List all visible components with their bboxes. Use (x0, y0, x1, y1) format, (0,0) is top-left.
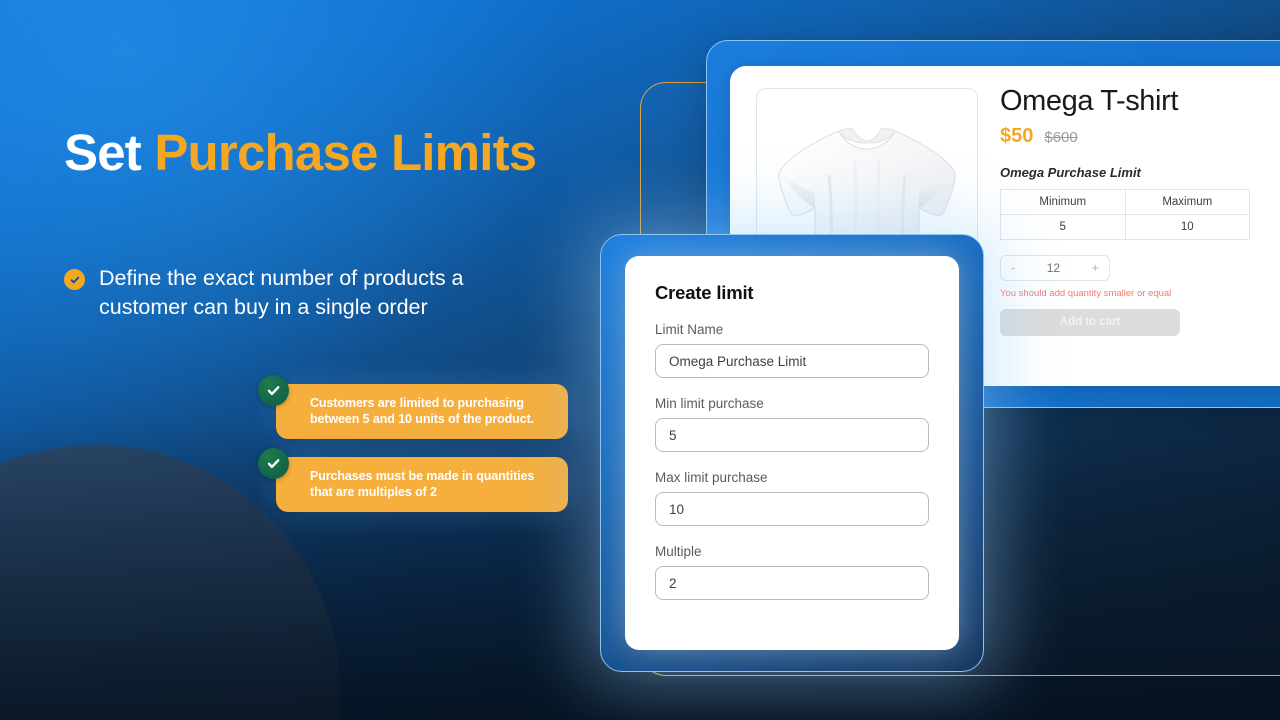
page-title-accent: Purchase Limits (154, 124, 537, 181)
field-max-limit: Max limit purchase 10 (655, 470, 929, 526)
create-limit-card: Create limit Limit Name Omega Purchase L… (625, 256, 959, 650)
callout-item: Customers are limited to purchasing betw… (258, 375, 568, 439)
table-header-maximum: Maximum (1124, 188, 1250, 215)
hero-bullet: Define the exact number of products a cu… (64, 264, 604, 322)
page-title: Set Purchase Limits (64, 124, 604, 181)
quantity-increment-button[interactable]: + (1091, 261, 1099, 274)
check-circle-icon (64, 269, 85, 291)
quantity-decrement-button[interactable]: - (1011, 261, 1015, 274)
table-header-minimum: Minimum (1000, 188, 1126, 215)
callout-item: Purchases must be made in quantities tha… (258, 448, 568, 512)
field-label: Min limit purchase (655, 396, 764, 411)
field-multiple: Multiple 2 (655, 544, 929, 600)
quantity-value[interactable]: 12 (1047, 261, 1060, 275)
quantity-stepper[interactable]: - 12 + (1000, 254, 1110, 281)
field-label: Limit Name (655, 322, 724, 337)
max-limit-input[interactable]: 10 (655, 492, 929, 526)
table-cell-maximum: 10 (1124, 213, 1250, 240)
check-circle-icon (258, 375, 289, 406)
hero-bullet-label: Define the exact number of products a cu… (99, 266, 464, 320)
quantity-error-message: You should add quantity smaller or equal (1000, 287, 1172, 299)
purchase-limit-label: Omega Purchase Limit (1000, 164, 1141, 180)
min-limit-input[interactable]: 5 (655, 418, 929, 452)
field-limit-name: Limit Name Omega Purchase Limit (655, 322, 929, 378)
price-row: $50 $600 (1000, 125, 1280, 148)
product-compare-price: $600 (1044, 128, 1078, 146)
callout-label: Purchases must be made in quantities tha… (276, 457, 568, 512)
table-cell-minimum: 5 (1000, 213, 1126, 240)
product-details: Omega T-shirt $50 $600 Omega Purchase Li… (978, 66, 1280, 386)
check-circle-icon (258, 448, 289, 479)
callout-list: Customers are limited to purchasing betw… (258, 375, 568, 530)
callout-label: Customers are limited to purchasing betw… (276, 384, 568, 439)
limit-name-input[interactable]: Omega Purchase Limit (655, 344, 929, 378)
table-row: Minimum Maximum (1000, 188, 1250, 215)
field-label: Multiple (655, 544, 702, 559)
hero-text-column: Set Purchase Limits Define the exact num… (64, 124, 604, 322)
table-row: 5 10 (1000, 213, 1250, 240)
page-title-plain: Set (64, 124, 155, 181)
multiple-input[interactable]: 2 (655, 566, 929, 600)
field-min-limit: Min limit purchase 5 (655, 396, 929, 452)
field-label: Max limit purchase (655, 470, 768, 485)
product-price: $50 (1000, 124, 1034, 147)
create-limit-title: Create limit (655, 282, 754, 303)
add-to-cart-button[interactable]: Add to cart (1000, 308, 1180, 336)
product-title: Omega T-shirt (1000, 85, 1178, 117)
purchase-limit-table: Minimum Maximum 5 10 (1000, 188, 1250, 240)
